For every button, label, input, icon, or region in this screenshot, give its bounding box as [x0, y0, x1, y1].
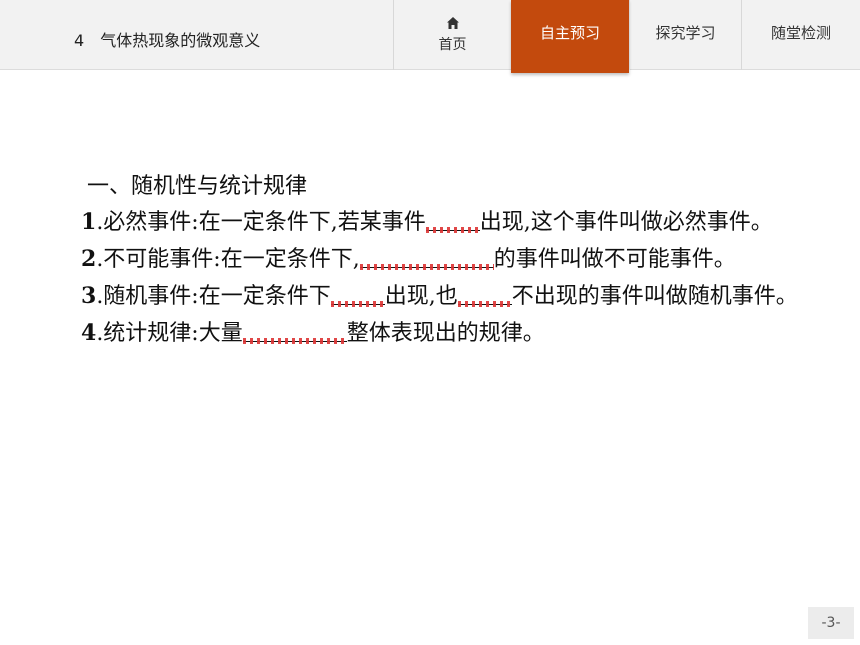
home-button[interactable]: 首页: [393, 0, 511, 70]
section-heading: 一、随机性与统计规律: [87, 174, 308, 199]
item-random-event: 3.随机事件:在一定条件下 出现,也 不出现的事件叫做随机事件。: [57, 278, 817, 315]
item-certain-event: 1.必然事件:在一定条件下,若某事件 出现,这个事件叫做必然事件。: [57, 204, 817, 241]
tab-self-preview[interactable]: 自主预习: [511, 0, 629, 73]
item-text-after: 的事件叫做不可能事件。: [493, 247, 736, 272]
tab-class-quiz-label: 随堂检测: [770, 24, 831, 42]
top-navigation-bar: 4 气体热现象的微观意义 首页 自主预习 探究学习 随堂检测: [0, 0, 860, 73]
item-number: 3: [81, 283, 97, 309]
item-text-middle: 出现,也: [384, 284, 458, 309]
item-text-after: 不出现的事件叫做随机事件。: [511, 284, 798, 309]
item-number: 2: [81, 246, 97, 272]
tab-class-quiz[interactable]: 随堂检测: [741, 0, 860, 70]
lesson-title-text: 气体热现象的微观意义: [100, 31, 261, 50]
home-label: 首页: [438, 37, 467, 53]
answer-blank[interactable]: [330, 282, 385, 307]
item-impossible-event: 2.不可能事件:在一定条件下, 的事件叫做不可能事件。: [57, 241, 817, 278]
item-statistical-law: 4.统计规律:大量 整体表现出的规律。: [57, 315, 817, 352]
item-text-before: .统计规律:大量: [96, 321, 243, 346]
tab-explore-learning[interactable]: 探究学习: [629, 0, 741, 70]
item-text-before: .必然事件:在一定条件下,若某事件: [96, 210, 426, 235]
answer-blank[interactable]: [425, 208, 480, 233]
item-text-before: .随机事件:在一定条件下: [96, 284, 331, 309]
tab-self-preview-label: 自主预习: [539, 24, 600, 42]
page-number: -3-: [808, 607, 854, 639]
lesson-number: 4: [74, 31, 85, 50]
item-text-after: 整体表现出的规律。: [346, 321, 545, 346]
tab-explore-learning-label: 探究学习: [655, 24, 716, 42]
answer-blank[interactable]: [359, 245, 494, 270]
item-number: 4: [81, 320, 97, 346]
item-text-before: .不可能事件:在一定条件下,: [96, 247, 360, 272]
slide-content: 一、随机性与统计规律 1.必然事件:在一定条件下,若某事件 出现,这个事件叫做必然…: [57, 170, 817, 352]
home-icon: [446, 17, 459, 29]
answer-blank[interactable]: [242, 319, 347, 344]
item-text-after: 出现,这个事件叫做必然事件。: [479, 210, 773, 235]
answer-blank[interactable]: [457, 282, 512, 307]
lesson-title: 4 气体热现象的微观意义: [74, 27, 260, 51]
item-number: 1: [81, 209, 97, 235]
